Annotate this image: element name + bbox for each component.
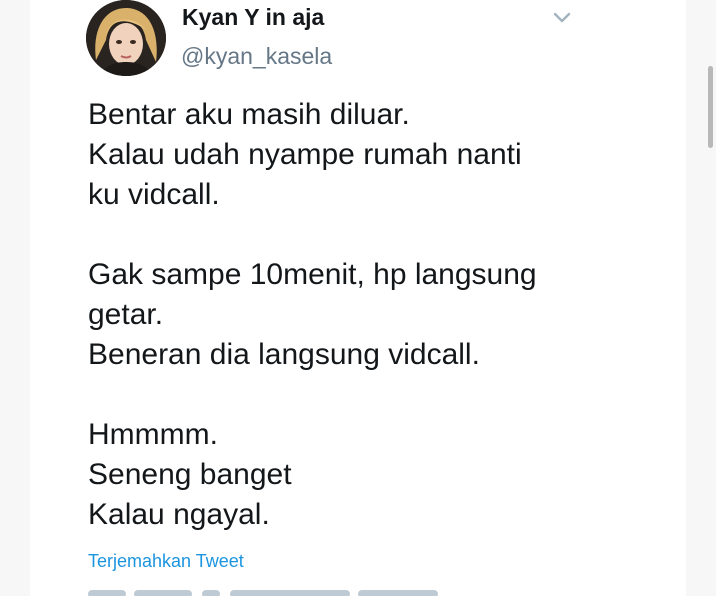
tweet-line: ku vidcall. xyxy=(88,178,220,211)
chevron-down-icon[interactable] xyxy=(552,10,572,26)
tweet-line: Seneng banget xyxy=(88,458,292,491)
tweet-line: Bentar aku masih diluar. xyxy=(88,98,410,131)
translate-tweet-link[interactable]: Terjemahkan Tweet xyxy=(88,551,244,572)
author-handle[interactable]: @kyan_kasela xyxy=(181,43,332,70)
tweet-line: Gak sampe 10menit, hp langsung xyxy=(88,258,537,291)
tweet-line: getar. xyxy=(88,298,164,331)
tweet-line: Hmmmm. xyxy=(88,418,218,451)
avatar[interactable] xyxy=(86,0,166,76)
tweet-line: Beneran dia langsung vidcall. xyxy=(88,338,480,371)
tweet-line: Kalau udah nyampe rumah nanti xyxy=(88,138,522,171)
tweet-text: Bentar aku masih diluar. Kalau udah nyam… xyxy=(88,95,648,535)
tweet-metadata-cropped xyxy=(88,588,458,596)
avatar-image xyxy=(86,0,166,76)
author-display-name[interactable]: Kyan Y in aja xyxy=(182,4,324,31)
scrollbar[interactable] xyxy=(708,66,713,148)
tweet-line: Kalau ngayal. xyxy=(88,498,270,531)
